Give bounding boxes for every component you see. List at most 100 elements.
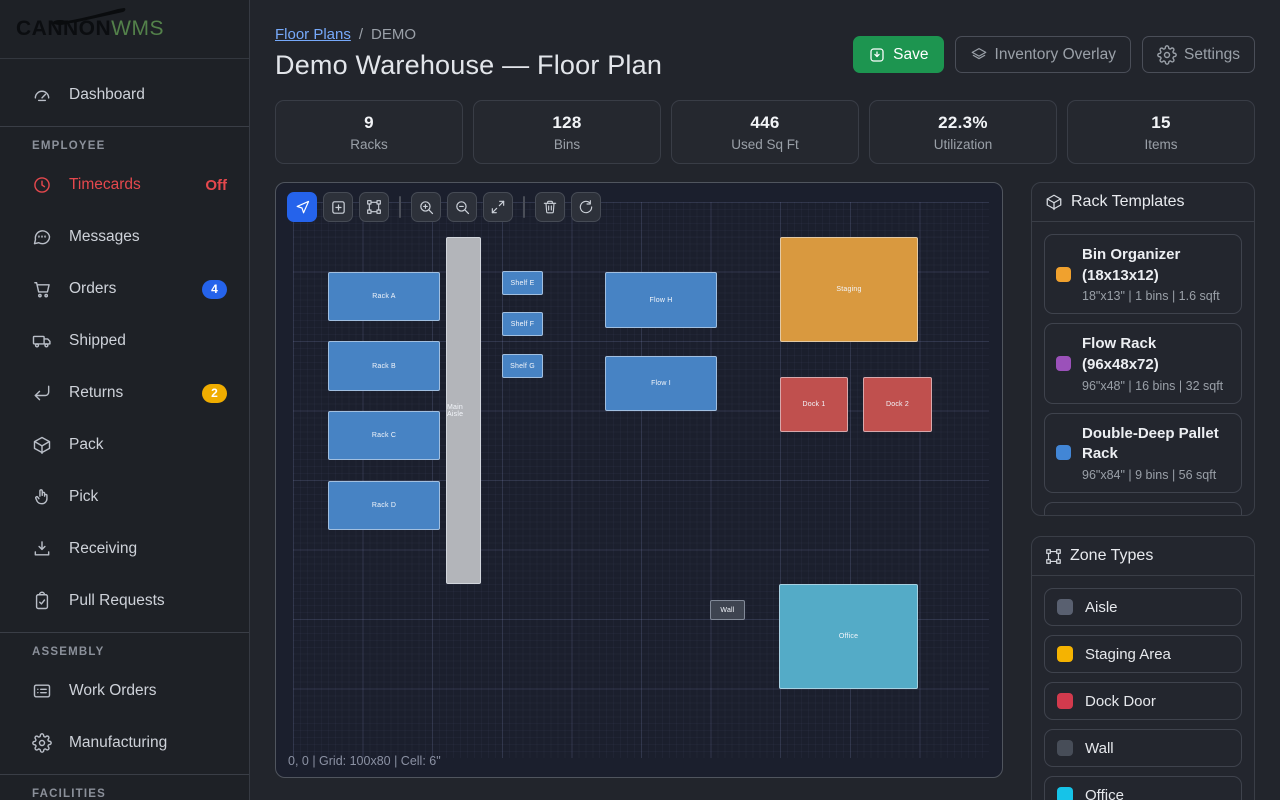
floor-element-flow-i[interactable]: Flow I (605, 356, 717, 411)
sidebar-item-label: Messages (69, 228, 140, 246)
floor-element-label: Rack A (372, 293, 395, 300)
transform-tool-button[interactable] (359, 192, 389, 222)
toolbar-divider (523, 196, 525, 218)
template-specs: 96"x48" | 16 bins | 32 sqft (1082, 379, 1230, 393)
stat-label: Utilization (934, 137, 993, 152)
floor-element-label: Staging (836, 286, 861, 293)
chat-icon (32, 227, 52, 247)
rack-templates-list: Bin Organizer (18x13x12) 18"x13" | 1 bin… (1032, 222, 1254, 516)
template-item-flow-rack-96x48x72[interactable]: Flow Rack (96x48x72) 96"x48" | 16 bins |… (1044, 323, 1242, 403)
zone-item-office[interactable]: Office (1044, 776, 1242, 800)
template-item-standard-pallet-rack[interactable]: Standard Pallet Rack 96"x42" | 9 bins | … (1044, 502, 1242, 516)
zoom-out-icon (454, 199, 471, 216)
fit-view-button[interactable] (483, 192, 513, 222)
template-title: Standard Pallet Rack (1082, 513, 1230, 516)
template-info: Bin Organizer (18x13x12) 18"x13" | 1 bin… (1082, 245, 1230, 303)
rotate-button[interactable] (571, 192, 601, 222)
floor-element-main-aisle[interactable]: Main Aisle (446, 237, 481, 584)
plus-square-icon (330, 199, 347, 216)
select-tool-button[interactable] (287, 192, 317, 222)
floor-element-shelf-g[interactable]: Shelf G (502, 354, 543, 378)
expand-icon (490, 199, 506, 215)
floor-plan-grid[interactable]: Rack A Rack B Rack C Rack DMain Aisle Shelf … (293, 202, 989, 758)
floor-element-rack-b[interactable]: Rack B (328, 341, 440, 391)
template-item-bin-organizer-18x13x12[interactable]: Bin Organizer (18x13x12) 18"x13" | 1 bin… (1044, 234, 1242, 314)
trash-icon (542, 199, 558, 215)
floor-element-label: Rack B (372, 363, 396, 370)
rack-templates-header: Rack Templates (1032, 183, 1254, 222)
brand-logo[interactable]: CANNONWMS (0, 0, 249, 59)
floor-element-shelf-f[interactable]: Shelf F (502, 312, 543, 336)
settings-button[interactable]: Settings (1142, 36, 1255, 73)
floor-element-label: Office (839, 633, 858, 640)
delete-button[interactable] (535, 192, 565, 222)
zone-item-dock-door[interactable]: Dock Door (1044, 682, 1242, 720)
floor-element-rack-c[interactable]: Rack C (328, 411, 440, 460)
zoom-out-button[interactable] (447, 192, 477, 222)
cart-icon (32, 279, 52, 299)
template-title: Flow Rack (96x48x72) (1082, 334, 1230, 375)
sidebar-item-label: Shipped (69, 332, 126, 350)
template-info: Double-Deep Pallet Rack 96"x84" | 9 bins… (1082, 424, 1230, 482)
template-item-double-deep-pallet-rack[interactable]: Double-Deep Pallet Rack 96"x84" | 9 bins… (1044, 413, 1242, 493)
page-title: Demo Warehouse — Floor Plan (275, 50, 662, 81)
floor-element-label: Shelf G (510, 363, 535, 370)
sidebar-item-label: Orders (69, 280, 116, 298)
zone-color-swatch (1057, 646, 1073, 662)
sidebar-item-returns[interactable]: Returns2 (0, 367, 249, 419)
hand-icon (32, 487, 52, 507)
floor-element-flow-h[interactable]: Flow H (605, 272, 717, 328)
zone-item-aisle[interactable]: Aisle (1044, 588, 1242, 626)
sidebar-item-manufacturing[interactable]: Manufacturing (0, 717, 249, 769)
badge-timecards: Off (205, 177, 227, 194)
breadcrumb-link-floor-plans[interactable]: Floor Plans (275, 26, 351, 43)
sidebar-item-dashboard[interactable]: Dashboard (0, 69, 249, 121)
receive-icon (32, 539, 52, 559)
floor-element-wall[interactable]: Wall (710, 600, 745, 620)
toolbar-divider (399, 196, 401, 218)
floor-element-rack-a[interactable]: Rack A (328, 272, 440, 321)
return-icon (32, 383, 52, 403)
add-tool-button[interactable] (323, 192, 353, 222)
sidebar-item-pick[interactable]: Pick (0, 471, 249, 523)
floor-element-label: Dock 2 (886, 401, 909, 408)
breadcrumb: Floor Plans / DEMO (275, 26, 662, 43)
sidebar-item-orders[interactable]: Orders4 (0, 263, 249, 315)
sidebar-item-label: Manufacturing (69, 734, 167, 752)
zone-item-staging-area[interactable]: Staging Area (1044, 635, 1242, 673)
save-button[interactable]: Save (853, 36, 943, 73)
zone-color-swatch (1057, 693, 1073, 709)
floor-plan-canvas[interactable]: Rack A Rack B Rack C Rack DMain Aisle Shelf … (275, 182, 1003, 778)
content-row: Rack A Rack B Rack C Rack DMain Aisle Shelf … (275, 182, 1255, 800)
floor-element-label: Flow I (651, 380, 671, 387)
sidebar-item-messages[interactable]: Messages (0, 211, 249, 263)
zone-label: Dock Door (1085, 693, 1156, 710)
stat-value: 128 (552, 113, 581, 133)
sidebar-item-shipped[interactable]: Shipped (0, 315, 249, 367)
zone-types-list: Aisle Staging Area Dock Door Wall Office (1032, 576, 1254, 800)
stat-label: Racks (350, 137, 388, 152)
sidebar-item-work-orders[interactable]: Work Orders (0, 665, 249, 717)
floor-element-shelf-e[interactable]: Shelf E (502, 271, 543, 295)
zone-item-wall[interactable]: Wall (1044, 729, 1242, 767)
floor-element-office[interactable]: Office (779, 584, 918, 689)
zoom-in-button[interactable] (411, 192, 441, 222)
inventory-overlay-button[interactable]: Inventory Overlay (955, 36, 1131, 73)
floor-element-rack-d[interactable]: Rack D (328, 481, 440, 530)
floor-element-dock-1[interactable]: Dock 1 (780, 377, 848, 432)
clipboard-icon (32, 591, 52, 611)
stat-card-items: 15 Items (1067, 100, 1255, 164)
sidebar-item-timecards[interactable]: TimecardsOff (0, 159, 249, 211)
cube-icon (1045, 193, 1063, 211)
breadcrumb-separator: / (359, 26, 363, 43)
canvas-status-text: 0, 0 | Grid: 100x80 | Cell: 6" (288, 754, 441, 768)
floor-element-dock-2[interactable]: Dock 2 (863, 377, 932, 432)
list-icon (32, 681, 52, 701)
template-color-swatch (1056, 356, 1071, 371)
template-info: Flow Rack (96x48x72) 96"x48" | 16 bins |… (1082, 334, 1230, 392)
floor-element-staging[interactable]: Staging (780, 237, 918, 342)
page-header: Floor Plans / DEMO Demo Warehouse — Floo… (275, 26, 1255, 81)
sidebar-item-pack[interactable]: Pack (0, 419, 249, 471)
sidebar-item-pull-requests[interactable]: Pull Requests (0, 575, 249, 627)
sidebar-item-receiving[interactable]: Receiving (0, 523, 249, 575)
